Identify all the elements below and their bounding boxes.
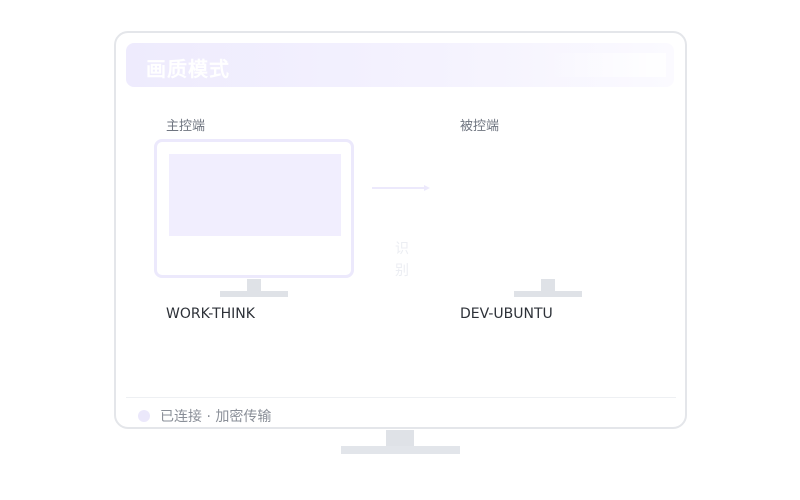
controlled-monitor-base [514, 291, 582, 297]
controller-screen-display [169, 154, 341, 236]
controller-role-label: 主控端 [166, 119, 206, 134]
controlled-device-name: DEV-UBUNTU [460, 306, 553, 322]
controller-device-name: WORK-THINK [166, 306, 255, 322]
quality-mode-title: 画质模式 [146, 57, 230, 81]
controlled-monitor-neck [541, 279, 555, 291]
outer-monitor-neck [386, 430, 414, 447]
status-dot-icon [138, 410, 150, 422]
arrow-right-icon [372, 185, 430, 191]
link-caption-line-1: 识 [395, 241, 409, 257]
controller-monitor-icon[interactable] [154, 139, 354, 278]
quality-mode-header[interactable]: 画质模式 [126, 43, 674, 87]
link-caption-line-2: 别 [395, 263, 409, 279]
header-fade [546, 53, 666, 77]
connection-status: 已连接 · 加密传输 [138, 406, 271, 426]
controller-monitor-base [220, 291, 288, 297]
controller-monitor-neck [247, 279, 261, 291]
outer-monitor-frame: 画质模式 主控端 WORK-THINK 识 别 被控端 DEV-UBUNTU 已… [114, 31, 687, 429]
controlled-role-label: 被控端 [460, 119, 500, 134]
status-text: 已连接 · 加密传输 [160, 409, 272, 425]
stage: 画质模式 主控端 WORK-THINK 识 别 被控端 DEV-UBUNTU 已… [0, 0, 800, 500]
status-divider [126, 397, 676, 398]
link-caption: 识 别 [392, 238, 412, 282]
outer-monitor-base [341, 446, 460, 454]
